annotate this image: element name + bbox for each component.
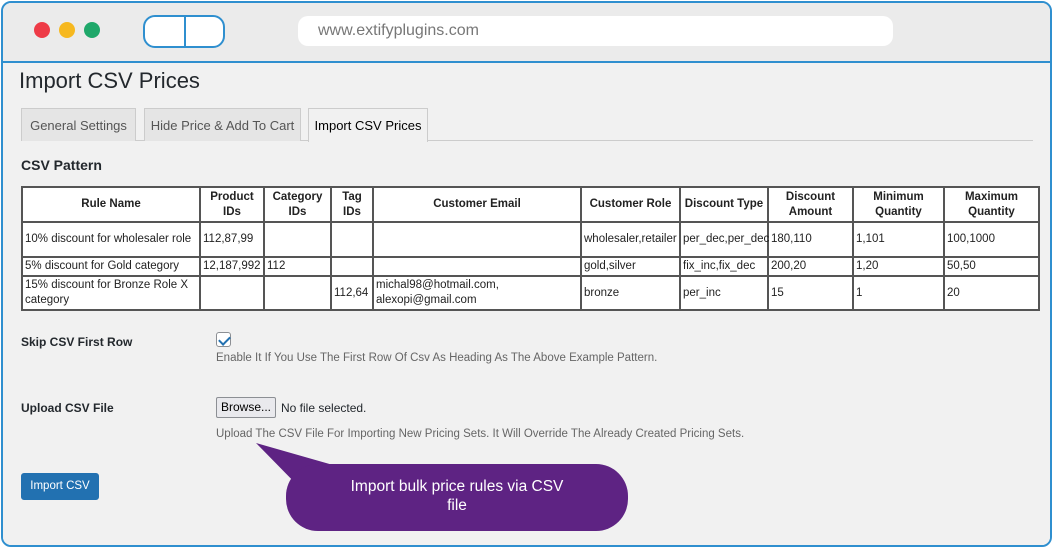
table-cell xyxy=(372,256,582,277)
table-cell: wholesaler,retailer xyxy=(580,221,681,258)
column-header-minimum-quantity: Minimum Quantity xyxy=(852,186,945,223)
table-cell: 1,20 xyxy=(852,256,945,277)
table-cell: fix_inc,fix_dec xyxy=(679,256,769,277)
column-header-product-ids: Product IDs xyxy=(199,186,265,223)
table-cell xyxy=(199,275,265,311)
column-header-discount-type: Discount Type xyxy=(679,186,769,223)
address-bar[interactable]: www.extifyplugins.com xyxy=(298,16,893,46)
column-header-discount-amount: Discount Amount xyxy=(767,186,854,223)
table-cell: 112,64 xyxy=(330,275,374,311)
table-cell: 12,187,992 xyxy=(199,256,265,277)
table-cell xyxy=(372,221,582,258)
table-cell: per_dec,per_dec xyxy=(679,221,769,258)
table-row: 5% discount for Gold category 12,187,992… xyxy=(21,256,1040,277)
upload-csv-help: Upload The CSV File For Importing New Pr… xyxy=(216,428,745,440)
skip-first-row-help: Enable It If You Use The First Row Of Cs… xyxy=(216,352,658,364)
settings-tabs: General Settings Hide Price & Add To Car… xyxy=(21,108,1033,142)
nav-divider xyxy=(184,17,186,46)
skip-first-row-checkbox[interactable] xyxy=(216,332,231,347)
table-row: 10% discount for wholesaler role 112,87,… xyxy=(21,221,1040,258)
table-cell: 15 xyxy=(767,275,854,311)
table-cell: 180,110 xyxy=(767,221,854,258)
csv-pattern-title: CSV Pattern xyxy=(21,157,102,173)
table-cell: per_inc xyxy=(679,275,769,311)
table-cell: 100,1000 xyxy=(943,221,1040,258)
table-cell: 5% discount for Gold category xyxy=(21,256,201,277)
table-cell: 20 xyxy=(943,275,1040,311)
table-cell xyxy=(330,256,374,277)
table-cell: 1 xyxy=(852,275,945,311)
upload-csv-label: Upload CSV File xyxy=(21,401,114,415)
tab-hide-price-add-to-cart[interactable]: Hide Price & Add To Cart xyxy=(144,108,301,141)
column-header-customer-email: Customer Email xyxy=(372,186,582,223)
column-header-tag-ids: Tag IDs xyxy=(330,186,374,223)
table-header-row: Rule Name Product IDs Category IDs Tag I… xyxy=(21,186,1040,223)
tab-import-csv-prices[interactable]: Import CSV Prices xyxy=(308,108,428,142)
skip-first-row-label: Skip CSV First Row xyxy=(21,335,133,349)
callout-line-1: Import bulk price rules via CSV xyxy=(350,478,564,495)
table-cell: michal98@hotmail.com, alexopi@gmail.com xyxy=(372,275,582,311)
table-cell: 112,87,99 xyxy=(199,221,265,258)
table-cell xyxy=(263,275,332,311)
csv-pattern-table: Rule Name Product IDs Category IDs Tag I… xyxy=(21,186,1040,311)
table-cell: 112 xyxy=(263,256,332,277)
browser-titlebar: www.extifyplugins.com xyxy=(3,3,1050,63)
table-cell: bronze xyxy=(580,275,681,311)
maximize-window-dot[interactable] xyxy=(84,22,100,38)
file-status: No file selected. xyxy=(281,401,367,415)
table-cell xyxy=(330,221,374,258)
table-cell: 10% discount for wholesaler role xyxy=(21,221,201,258)
table-cell: gold,silver xyxy=(580,256,681,277)
column-header-customer-role: Customer Role xyxy=(580,186,681,223)
browse-file-button[interactable]: Browse... xyxy=(216,397,276,418)
table-cell xyxy=(263,221,332,258)
minimize-window-dot[interactable] xyxy=(59,22,75,38)
tab-general-settings[interactable]: General Settings xyxy=(21,108,136,141)
table-cell: 50,50 xyxy=(943,256,1040,277)
table-cell: 1,101 xyxy=(852,221,945,258)
back-forward-buttons[interactable] xyxy=(143,15,225,48)
feature-callout: Import bulk price rules via CSV file xyxy=(286,464,628,531)
column-header-maximum-quantity: Maximum Quantity xyxy=(943,186,1040,223)
callout-line-2: file xyxy=(447,497,467,514)
admin-content: Import CSV Prices General Settings Hide … xyxy=(3,65,1050,545)
page-title: Import CSV Prices xyxy=(19,68,200,93)
table-cell: 200,20 xyxy=(767,256,854,277)
import-csv-button[interactable]: Import CSV xyxy=(21,473,99,500)
column-header-rule-name: Rule Name xyxy=(21,186,201,223)
table-cell: 15% discount for Bronze Role X category xyxy=(21,275,201,311)
table-row: 15% discount for Bronze Role X category … xyxy=(21,275,1040,311)
browser-window: www.extifyplugins.com Import CSV Prices … xyxy=(1,1,1052,547)
column-header-category-ids: Category IDs xyxy=(263,186,332,223)
close-window-dot[interactable] xyxy=(34,22,50,38)
